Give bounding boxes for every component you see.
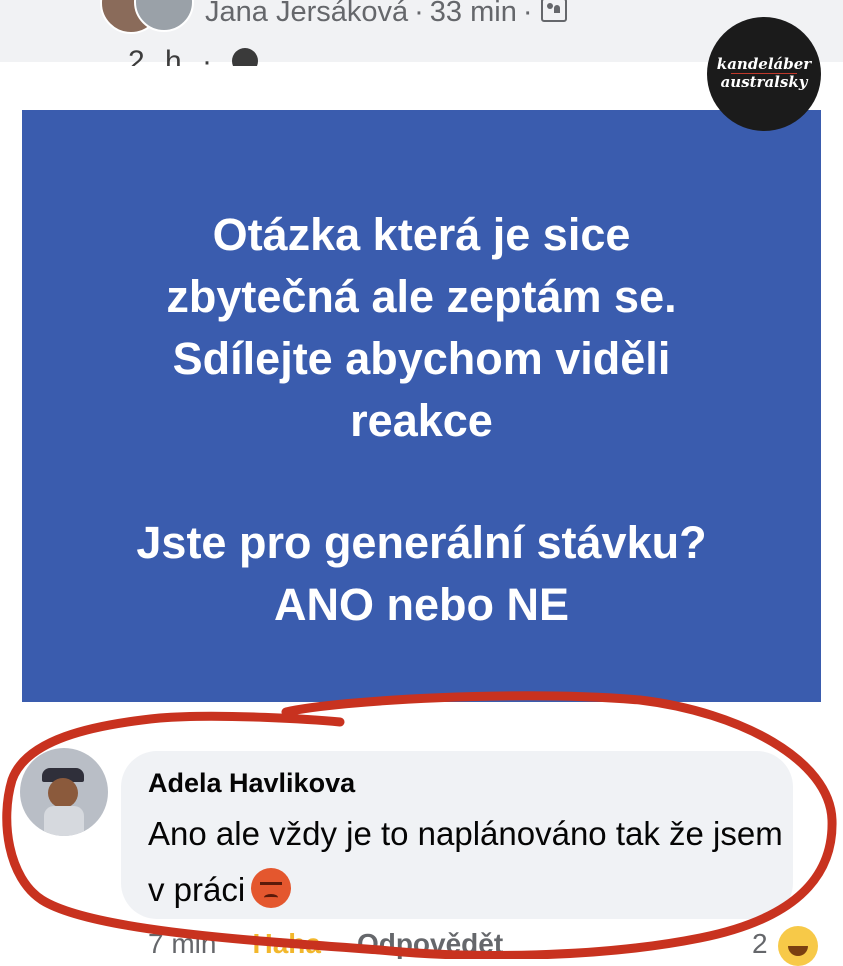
- red-circle-annotation: [2, 691, 837, 959]
- annotation-stroke: [2, 691, 837, 959]
